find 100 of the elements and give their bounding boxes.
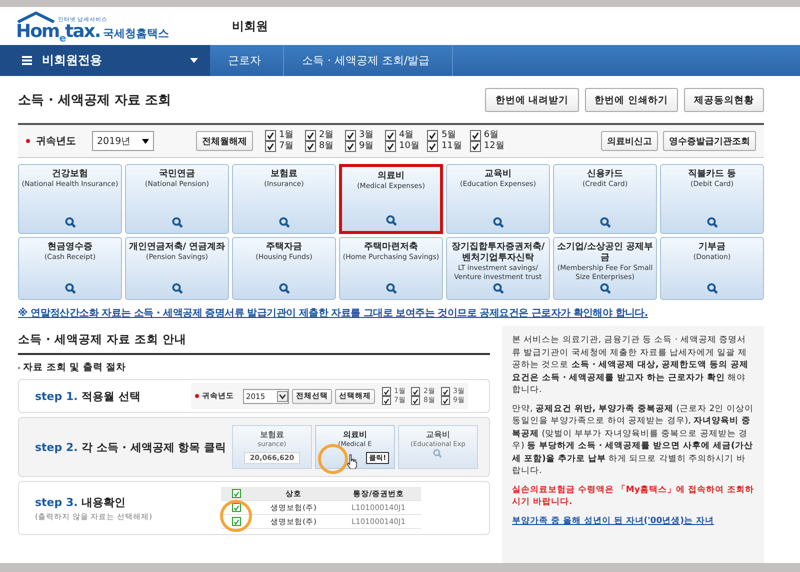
month-checkbox[interactable] (440, 396, 450, 405)
search-icon (64, 217, 76, 228)
clear-months-button[interactable]: 전체월해제 (196, 131, 253, 151)
logo-brand[interactable]: Hom$_{e}$tax. (16, 23, 100, 41)
category-name: 교육비 (484, 169, 512, 180)
search-icon (706, 283, 718, 294)
month-checkbox[interactable] (345, 130, 356, 141)
month-label: 11월 (441, 142, 462, 151)
chevron-down-icon (277, 390, 288, 402)
category-name: 주택마련저축 (364, 242, 418, 253)
action-button[interactable]: 한번에 인쇄하기 (584, 88, 678, 112)
action-button[interactable]: 의료비신고 (601, 131, 658, 151)
info-paragraph: 부양가족 중 올해 성년이 된 자녀('00년생)는 자녀 (512, 514, 715, 527)
search-icon (433, 449, 442, 458)
category-name: 의료비 (342, 429, 367, 440)
logo-name: 국세청홈택스 (103, 26, 170, 41)
month-checkbox[interactable] (470, 130, 481, 141)
category-name: 교육비 (426, 429, 450, 440)
guide-title: 소득 · 세액공제 자료 조회 안내 (18, 326, 490, 355)
search-icon (386, 215, 396, 226)
search-icon (64, 283, 76, 294)
month-checkbox[interactable] (305, 141, 316, 152)
month-checkbox[interactable] (385, 130, 396, 141)
guide-subtitle: 자료 조회 및 출력 절차 (23, 361, 126, 374)
info-paragraph: 본 서비스는 의료기관, 금융기관 등 소득 · 세액공제 증명서류 발급기관이 국세청에 제출한 자료를 납세자에게 일괄 제공하는 것으로 소득 · 세액공제 대상, 공제한도액 등의 공제요건은 소득 · 세액공제를 받고자 하는 근로자가 확인 해야 합니다. (512, 334, 750, 396)
month-checkbox[interactable] (265, 141, 276, 152)
month-label: 7월 (279, 142, 295, 151)
category-name: 주택자금 (266, 242, 302, 253)
month-checkbox[interactable] (427, 141, 438, 152)
category-name: 직불카드 등 (688, 169, 736, 180)
step-title: step 2. 각 소득 · 세액공제 항목 클릭 (35, 440, 226, 454)
month-checkbox[interactable] (411, 396, 420, 405)
category-name: 의료비 (378, 171, 404, 182)
year-label: 귀속년도 (36, 135, 77, 148)
search-icon (172, 283, 182, 294)
month-label: 10월 (399, 142, 420, 151)
month-label: 1월 (279, 131, 295, 140)
notice-link[interactable]: ※ 연말정산간소화 자료는 소득 · 세액공제 증명서류 발급기관이 제출한 자료를 그대로 보여주는 것이므로 공제요건은 근로자가 확인해야 합니다. (18, 306, 764, 320)
action-button[interactable]: 한번에 내려받기 (485, 88, 579, 112)
required-dot-icon (195, 394, 199, 398)
menu-icon (22, 56, 32, 65)
step-title: step 3. 내용확인 (35, 494, 127, 510)
search-icon (278, 217, 290, 228)
search-icon (492, 283, 504, 294)
month-checkbox[interactable] (440, 387, 450, 396)
menu-label: 비회원전용 (42, 52, 102, 69)
breadcrumb-link[interactable]: 근로자 (210, 45, 284, 76)
month-label: 3월 (359, 131, 375, 140)
action-button[interactable]: 영수증발급기관조회 (663, 131, 756, 151)
category-name: 국민연금 (159, 169, 195, 180)
menu-dropdown[interactable]: 비회원전용 (0, 45, 210, 76)
hand-pointer-icon (346, 454, 358, 469)
search-icon (172, 217, 182, 228)
search-icon (706, 217, 718, 228)
category-name: 소기업/소상공인 공제부금 (556, 242, 654, 264)
header-checkbox[interactable] (232, 489, 240, 498)
search-icon (492, 217, 504, 228)
category-name: 건강보험 (52, 169, 88, 180)
caret-icon (142, 138, 149, 144)
highlight-circle (220, 500, 252, 532)
step-title: step 1. 적용월 선택 (35, 388, 142, 404)
breadcrumb-link[interactable]: 소득 · 세액공제 조회/발급 (284, 45, 453, 76)
category-name: 현금영수증 (48, 242, 92, 253)
row-checkbox[interactable] (232, 503, 240, 512)
page-title: 소득 · 세액공제 자료 조회 (18, 92, 172, 109)
action-button[interactable]: 제공동의현황 (684, 88, 764, 112)
month-checkbox[interactable] (411, 387, 420, 396)
category-name: 신용카드 (587, 169, 623, 180)
month-label: 9월 (359, 142, 375, 151)
category-name: 장기집합투자증권저축/ 벤처기업투자신탁 (450, 242, 546, 264)
house-icon (16, 11, 56, 23)
month-checkbox[interactable] (345, 141, 356, 152)
search-icon (386, 283, 396, 294)
month-label: 12월 (484, 142, 504, 151)
search-icon (600, 283, 610, 294)
month-label: 4월 (399, 131, 415, 140)
required-dot-icon (26, 139, 30, 143)
month-label: 5월 (441, 131, 458, 140)
month-checkbox[interactable] (385, 141, 396, 152)
month-checkbox[interactable] (470, 141, 481, 152)
category-name: 보험료 (270, 169, 298, 180)
month-checkbox[interactable] (382, 396, 391, 405)
month-checkbox[interactable] (305, 130, 316, 141)
info-paragraph: 실손의료보험금 수령액은 「My홈택스」에 접속하여 조회하시기 바랍니다. (512, 484, 754, 508)
search-icon (600, 217, 610, 228)
member-label: 비회원 (232, 18, 268, 34)
caret-icon (190, 58, 198, 63)
month-checkbox[interactable] (427, 130, 438, 141)
category-name: 개인연금저축/ 연금계좌 (128, 242, 226, 253)
month-label: 6월 (484, 131, 500, 140)
year-select[interactable]: 2019년 (92, 131, 154, 151)
row-checkbox[interactable] (232, 517, 240, 526)
category-name: 기부금 (698, 242, 726, 253)
category-name: 보험료 (260, 429, 284, 440)
month-label: 2월 (319, 131, 335, 140)
month-checkbox[interactable] (382, 387, 391, 396)
info-paragraph: 만약, 공제요건 위반, 부양가족 중복공제 (근로자 2인 이상이 동일인을 부양가족으로 하여 공제받는 경우), 자녀양육비 중복공제 (맞벌이 부부가 자녀양육비를 중복으로 공제받는 경우) 등 부당하게 소득 · 세액공제를 받으면 사후에 세금(가산세 포함)을 추가로 납부 하게 되므로 각별히 주의하시기 바랍니다. (512, 402, 754, 478)
month-label: 8월 (319, 142, 335, 151)
search-icon (278, 283, 290, 294)
month-checkbox[interactable] (265, 130, 276, 141)
